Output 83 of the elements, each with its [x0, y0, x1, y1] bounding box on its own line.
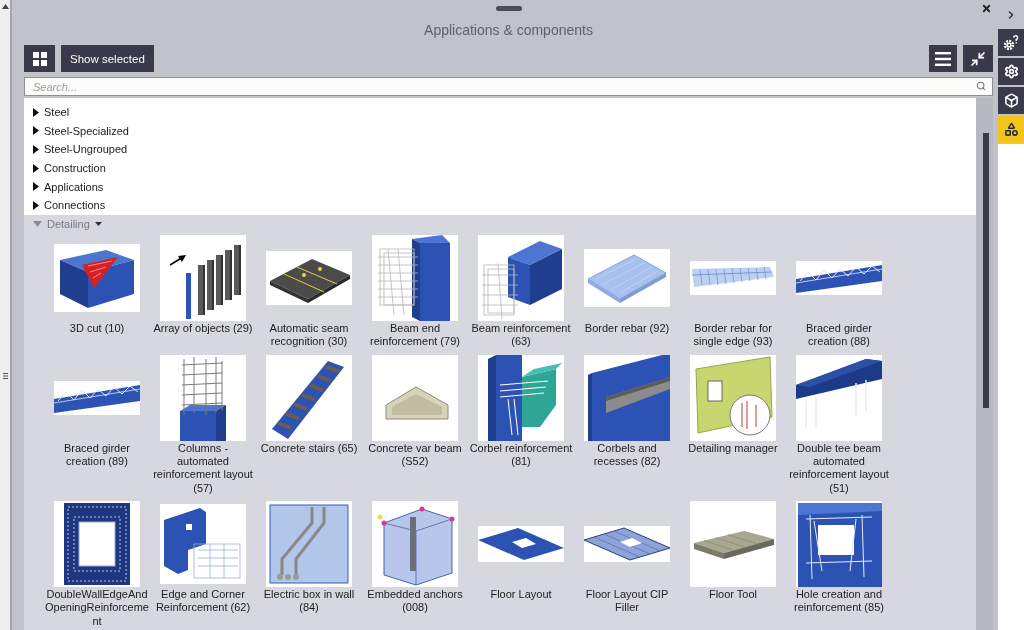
up-arrow-icon[interactable]	[1, 4, 9, 9]
dropdown-caret-icon[interactable]	[94, 221, 102, 226]
grid-view-button[interactable]	[24, 45, 55, 72]
braced-girder-drawing[interactable]	[796, 261, 882, 296]
recessed-wall-drawing[interactable]	[584, 354, 670, 441]
component-label: Beam reinforcement (63)	[470, 322, 572, 349]
component-label: Columns - automated reinforcement layout (57)	[152, 441, 254, 495]
caret-icon[interactable]	[33, 145, 39, 154]
component-label: Corbels and recesses (82)	[592, 441, 662, 469]
electric-box-drawing[interactable]	[266, 500, 352, 587]
caret-icon[interactable]	[33, 107, 39, 117]
component-label: 3D cut (10)	[68, 322, 126, 336]
grip-icon[interactable]	[2, 373, 8, 379]
drag-handle[interactable]	[495, 5, 522, 11]
component-label: Edge and Corner Reinforcement (62)	[154, 587, 252, 615]
list-view-button[interactable]	[929, 45, 957, 72]
wall-hole-drawing[interactable]	[796, 500, 882, 587]
sidebar-tab[interactable]	[998, 116, 1024, 143]
stairs-drawing[interactable]	[266, 354, 352, 441]
component-label: Floor Tool	[707, 587, 759, 602]
collapse-arrows-icon	[970, 50, 986, 67]
search-field[interactable]: Search...	[24, 77, 993, 96]
search-icon[interactable]	[976, 81, 986, 91]
floor-slab-drawing[interactable]	[584, 525, 670, 562]
grid-icon	[32, 51, 47, 66]
braced-girder-drawing[interactable]	[54, 380, 140, 415]
component-label: Automatic seam recognition (30)	[268, 322, 350, 349]
component-label: Array of objects (29)	[152, 322, 254, 336]
beam-rebar-drawing[interactable]	[372, 235, 458, 322]
category-label[interactable]: Connections	[44, 199, 106, 212]
component-label: DoubleWallEdgeAndOpeningReinforcement	[45, 587, 149, 628]
caret-icon[interactable]	[33, 163, 39, 173]
sidebar-tab[interactable]	[998, 58, 1024, 85]
settings-icon	[1003, 64, 1019, 79]
caret-icon[interactable]	[33, 200, 39, 210]
component-label: Corbel reinforcement (81)	[469, 441, 573, 469]
shapes-icon	[1003, 122, 1019, 137]
list-icon	[935, 51, 951, 66]
category-label[interactable]: Construction	[44, 162, 106, 175]
edge-rebar-drawing[interactable]	[160, 503, 246, 584]
component-label: Concrete stairs (65)	[259, 441, 359, 456]
slab-rebar-drawing[interactable]	[584, 249, 670, 308]
sidebar-tab[interactable]	[998, 87, 1024, 114]
component-label: Braced girder creation (88)	[804, 322, 873, 349]
component-label: Double tee beam automated reinforcement layout (51)	[788, 441, 890, 495]
caret-icon[interactable]	[33, 126, 39, 136]
category-label[interactable]: Steel-Ungrouped	[44, 143, 128, 156]
show-selected-button[interactable]: Show selected	[61, 45, 154, 72]
floor-slab-drawing[interactable]	[478, 525, 564, 562]
scrollbar-track[interactable]	[976, 98, 993, 630]
anchor-box-drawing[interactable]	[372, 500, 458, 587]
component-label: Beam end reinforcement (79)	[369, 322, 461, 349]
component-label: Border rebar for single edge (93)	[692, 322, 774, 349]
component-label: Concrete var beam (S52)	[367, 441, 463, 469]
component-label: Floor Layout CIP Filler	[584, 587, 670, 615]
double-tee-drawing[interactable]	[796, 354, 882, 441]
component-label: Floor Layout	[489, 587, 553, 602]
floor-panel-drawing[interactable]	[690, 500, 776, 587]
scrollbar-thumb[interactable]	[983, 133, 989, 408]
corbel-drawing[interactable]	[478, 354, 564, 441]
category-label[interactable]: Steel	[44, 106, 70, 119]
component-label: Detailing manager	[687, 441, 779, 456]
caret-icon[interactable]	[33, 182, 39, 192]
category-label[interactable]: Steel-Specialized	[44, 124, 129, 137]
wall-opening-drawing[interactable]	[54, 500, 140, 587]
column-array-drawing[interactable]	[160, 235, 246, 322]
wall-panel-drawing[interactable]	[690, 354, 776, 441]
component-label: Braced girder creation (89)	[62, 441, 131, 469]
collapse-button[interactable]	[963, 45, 993, 72]
beam-rebar-drawing[interactable]	[478, 235, 564, 322]
cube-icon	[1003, 93, 1019, 108]
category-label[interactable]: Applications	[44, 180, 104, 193]
cut-block-drawing[interactable]	[54, 244, 140, 313]
component-label: Border rebar (92)	[583, 322, 671, 336]
component-label: Hole creation and reinforcement (85)	[793, 587, 885, 615]
component-label: Electric box in wall (84)	[262, 587, 356, 615]
component-label: Embedded anchors (008)	[366, 587, 464, 615]
window-title: Applications & components	[423, 21, 594, 40]
gear-question-icon	[1003, 34, 1019, 51]
column-rebar-drawing[interactable]	[160, 354, 246, 441]
slab-seam-drawing[interactable]	[266, 251, 352, 306]
close-icon[interactable]	[981, 2, 992, 14]
sidebar-tab[interactable]	[998, 29, 1024, 56]
